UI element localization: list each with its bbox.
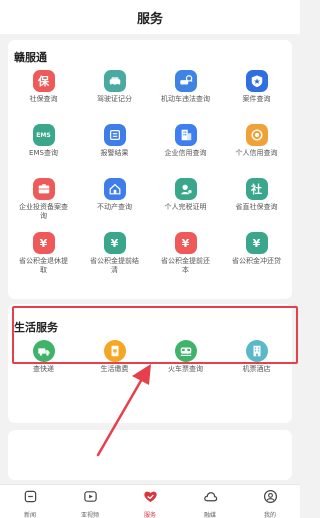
cloud-icon: [203, 489, 218, 508]
service-item[interactable]: 个人完税证明: [150, 178, 221, 232]
gov-services-card: 赣服通 保社保查询 驾驶证记分 机动车违法查询 案件查询 EMS EMS查询 报警结果 企业信…: [8, 40, 292, 299]
shield-icon: 保: [32, 70, 55, 92]
tax-icon: [174, 178, 197, 200]
service-item[interactable]: 机动车违法查询: [150, 70, 221, 124]
service-item-label: 不动产查询: [97, 203, 132, 211]
social-security-icon: 社: [245, 178, 268, 200]
fund-icon: ¥: [245, 232, 268, 254]
tab-item[interactable]: 服务: [120, 485, 180, 518]
service-item[interactable]: ¥ 生活缴费: [79, 340, 150, 394]
empty-card: [8, 430, 292, 480]
service-item-label: 省公积金提前还本: [161, 257, 210, 274]
tab-label: 新闻: [23, 512, 36, 518]
service-item-label: 案件查询: [242, 95, 271, 103]
section-title: 生活服务: [14, 321, 58, 334]
tab-label: 亚视频: [80, 512, 99, 518]
page-title: 服务: [136, 11, 163, 27]
service-item[interactable]: 查快递: [8, 340, 79, 394]
badge-star-icon: [245, 70, 268, 92]
bill-icon: ¥: [103, 340, 126, 362]
svg-text:¥: ¥: [112, 349, 117, 356]
car-icon: [103, 70, 126, 92]
credit-icon: [245, 124, 268, 146]
service-item[interactable]: 机票酒店: [221, 340, 292, 394]
investment-icon: [32, 178, 55, 200]
service-item[interactable]: 报警结果: [79, 124, 150, 178]
fund-icon: ¥: [32, 232, 55, 254]
tab-item[interactable]: 新闻: [0, 485, 60, 518]
service-item-label: 企业信用查询: [164, 149, 207, 157]
service-item-label: 省公积金退休提取: [19, 257, 68, 274]
delivery-icon: [32, 340, 55, 362]
service-item-label: 省公积金提前结清: [90, 257, 139, 274]
hotel-icon: [245, 340, 268, 362]
enterprise-icon: [174, 124, 197, 146]
service-item-label: 企业投资备案查询: [19, 203, 68, 220]
service-item[interactable]: ¥ 省公积金提前结清: [79, 232, 150, 286]
service-item-label: 机票酒店: [242, 365, 271, 373]
car-search-icon: [174, 70, 197, 92]
service-item-label: 个人完税证明: [164, 203, 207, 211]
section-title: 赣服通: [14, 51, 47, 64]
service-item-label: EMS查询: [29, 149, 58, 157]
tab-label: 融媒: [203, 512, 216, 518]
service-item[interactable]: 案件查询: [221, 70, 292, 124]
service-item[interactable]: ¥ 省公积金提前还本: [150, 232, 221, 286]
service-item-label: 省公积金冲还贷: [232, 257, 281, 265]
life-services-card: 生活服务 查快递 ¥ 生活缴费 火车票查询 机票酒店: [8, 304, 292, 423]
tab-label: 我的: [263, 512, 276, 518]
gov-services-grid: 保社保查询 驾驶证记分 机动车违法查询 案件查询 EMS EMS查询 报警结果 企业信用查询个…: [8, 70, 292, 286]
service-item-label: 查快递: [33, 365, 54, 373]
service-item[interactable]: 个人信用查询: [221, 124, 292, 178]
ems-icon: EMS: [32, 124, 55, 146]
service-item[interactable]: ¥ 省公积金退休提取: [8, 232, 79, 286]
heart-hands-icon: [143, 489, 158, 508]
video-icon: [83, 489, 98, 508]
top-bar: 服务: [0, 0, 300, 34]
service-item-label: 个人信用查询: [235, 149, 278, 157]
service-item-label: 省直社保查询: [235, 203, 278, 211]
service-item[interactable]: ¥ 省公积金冲还贷: [221, 232, 292, 286]
service-item-label: 驾驶证记分: [97, 95, 132, 103]
service-item[interactable]: 火车票查询: [150, 340, 221, 394]
service-item[interactable]: 企业信用查询: [150, 124, 221, 178]
service-item[interactable]: 不动产查询: [79, 178, 150, 232]
bottom-tab-bar: 新闻 亚视频 服务 融媒 我的: [0, 484, 300, 518]
tab-item[interactable]: 我的: [240, 485, 300, 518]
profile-icon: [263, 489, 278, 508]
service-item-label: 火车票查询: [168, 365, 203, 373]
service-item-label: 社保查询: [29, 95, 58, 103]
life-services-grid: 查快递 ¥ 生活缴费 火车票查询 机票酒店: [8, 340, 292, 394]
service-item-label: 生活缴费: [100, 365, 129, 373]
alarm-icon: [103, 124, 126, 146]
house-icon: [103, 178, 126, 200]
service-item[interactable]: 保社保查询: [8, 70, 79, 124]
service-item[interactable]: 驾驶证记分: [79, 70, 150, 124]
tab-label: 服务: [143, 512, 156, 518]
train-icon: [174, 340, 197, 362]
tab-item[interactable]: 融媒: [180, 485, 240, 518]
tab-item[interactable]: 亚视频: [60, 485, 120, 518]
service-item-label: 报警结果: [100, 149, 129, 157]
service-item[interactable]: 企业投资备案查询: [8, 178, 79, 232]
service-item[interactable]: EMS EMS查询: [8, 124, 79, 178]
service-item-label: 机动车违法查询: [161, 95, 210, 103]
news-icon: [23, 489, 38, 508]
fund-icon: ¥: [103, 232, 126, 254]
service-item[interactable]: 社省直社保查询: [221, 178, 292, 232]
fund-icon: ¥: [174, 232, 197, 254]
